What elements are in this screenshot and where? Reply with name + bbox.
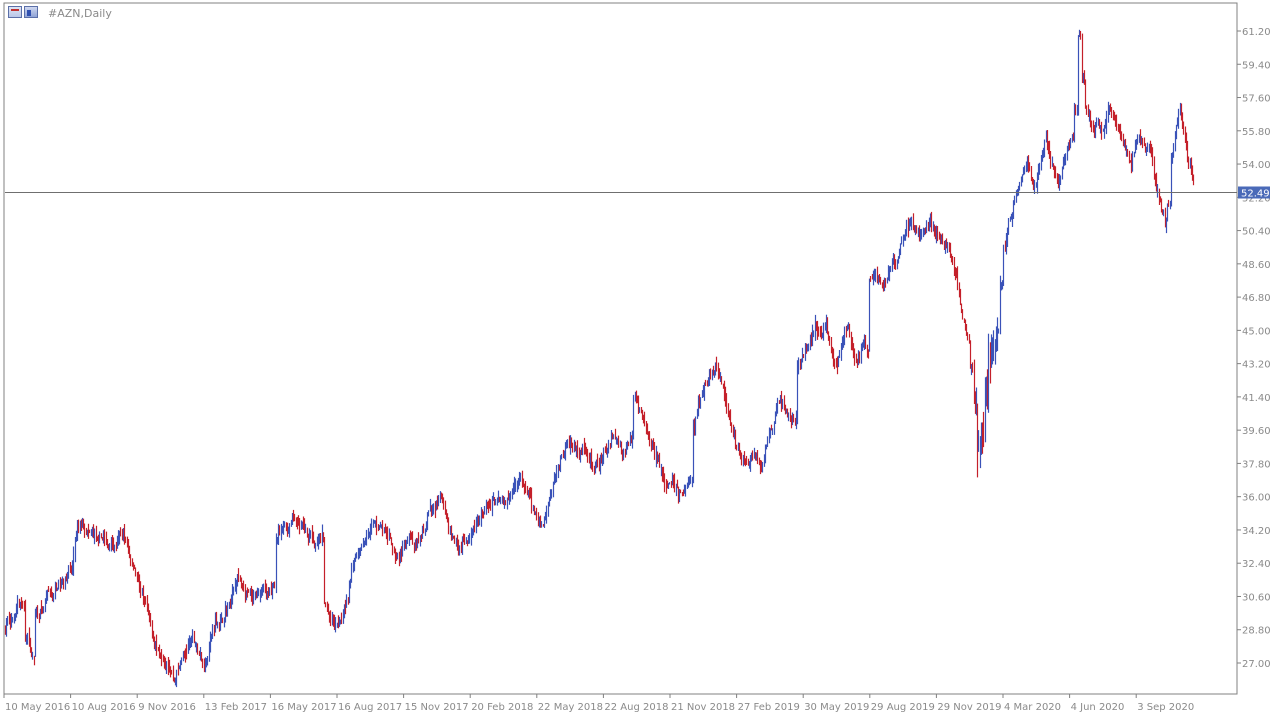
x-tick-label: 16 Aug 2017 [338,702,402,713]
x-tick-label: 16 May 2017 [271,702,336,713]
y-tick-label: 39.60 [1242,426,1271,437]
y-tick-label: 61.20 [1242,27,1271,38]
x-tick-label: 10 Aug 2016 [72,702,136,713]
y-tick-label: 57.60 [1242,94,1271,105]
x-axis: 10 May 2016 10 Aug 2016 9 Nov 2016 13 Feb 2… [3,694,1194,713]
x-tick-label: 10 May 2016 [5,702,70,713]
x-tick-label: 27 Feb 2019 [738,702,800,713]
y-tick-label: 34.20 [1242,526,1271,537]
y-tick-label: 48.60 [1242,260,1271,271]
y-tick-label: 45.00 [1242,326,1271,337]
x-tick-label: 29 Aug 2019 [871,702,935,713]
y-tick-label: 28.80 [1242,626,1271,637]
y-tick-label: 55.80 [1242,127,1271,138]
x-tick-label: 3 Sep 2020 [1137,702,1194,713]
y-axis: 61.2059.4057.6055.8054.0052.2050.4048.60… [1237,27,1271,670]
x-tick-label: 20 Feb 2018 [471,702,533,713]
x-tick-label: 30 May 2019 [804,702,869,713]
chart-window-icon [8,6,22,18]
x-tick-label: 15 Nov 2017 [405,702,469,713]
chart-type-icon [24,6,38,18]
y-tick-label: 32.40 [1242,559,1271,570]
price-chart[interactable]: 61.2059.4057.6055.8054.0052.2050.4048.60… [0,0,1280,719]
x-tick-label: 22 May 2018 [538,702,603,713]
y-tick-label: 37.80 [1242,459,1271,470]
chart-window[interactable]: #AZN,Daily 61.20 59.40 57.60 55.80 54.00 52.2… [0,0,1280,719]
y-tick-label: 30.60 [1242,592,1271,603]
x-tick-label: 9 Nov 2016 [138,702,196,713]
x-tick-label: 29 Nov 2019 [937,702,1001,713]
x-tick-label: 13 Feb 2017 [205,702,267,713]
x-tick-label: 4 Jun 2020 [1071,702,1125,713]
y-tick-label: 50.40 [1242,227,1271,238]
x-tick-label: 21 Nov 2018 [671,702,735,713]
current-price-line-layer: 52.49 [5,186,1270,200]
current-price-label: 52.49 [1241,189,1270,200]
y-tick-label: 36.00 [1242,493,1271,504]
y-tick-label: 43.20 [1242,360,1271,371]
y-tick-label: 54.00 [1242,160,1271,171]
x-tick-label: 22 Aug 2018 [604,702,668,713]
window-icons [8,6,38,18]
candles-layer [4,29,1195,688]
plot-frame [3,2,1238,695]
x-tick-label: 4 Mar 2020 [1004,702,1061,713]
y-tick-label: 46.80 [1242,293,1271,304]
y-tick-label: 27.00 [1242,659,1271,670]
y-tick-label: 59.40 [1242,60,1271,71]
symbol-timeframe-label: #AZN,Daily [48,7,112,20]
y-tick-label: 41.40 [1242,393,1271,404]
